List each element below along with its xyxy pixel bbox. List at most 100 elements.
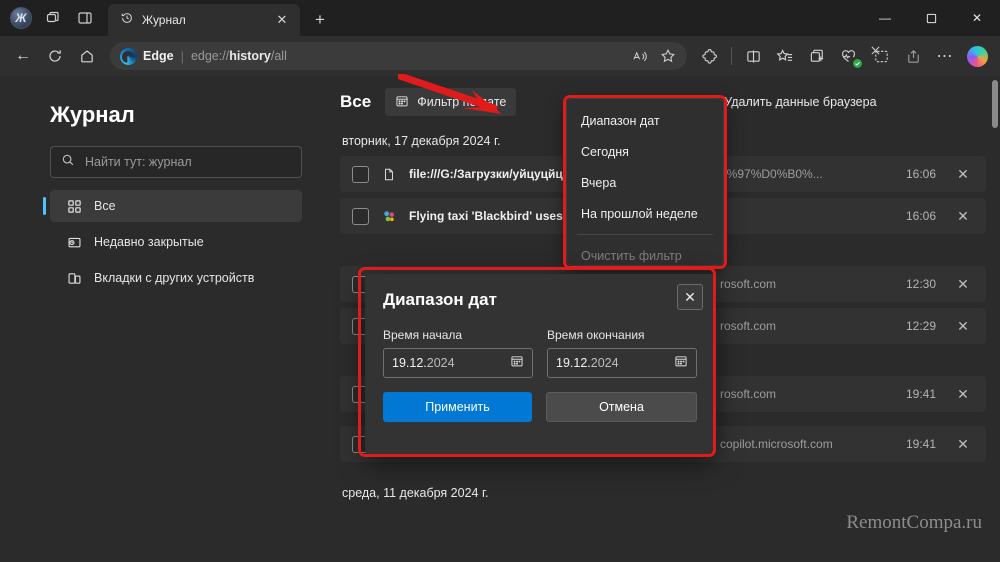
page-scrollbar[interactable] [990, 76, 1000, 562]
split-screen-icon[interactable] [738, 41, 768, 71]
screenshot-icon[interactable] [866, 41, 896, 71]
grid-icon [66, 198, 82, 214]
cancel-button[interactable]: Отмена [546, 392, 697, 422]
sidebar-item-recently-closed[interactable]: Недавно закрытые [50, 226, 302, 258]
calendar-picker-icon[interactable] [674, 354, 688, 373]
close-button[interactable]: ✕ [954, 0, 1000, 36]
copilot-icon[interactable] [962, 41, 992, 71]
minimize-button[interactable]: — [862, 0, 908, 36]
row-remove-icon[interactable]: ✕ [948, 436, 978, 453]
maximize-button[interactable] [908, 0, 954, 36]
row-time: 16:06 [905, 209, 936, 223]
share-icon[interactable] [898, 41, 928, 71]
sidebar-item-label: Недавно закрытые [94, 235, 204, 249]
left-rail [0, 76, 18, 562]
start-date-year: 2024 [426, 356, 455, 370]
edge-brand-label: Edge [143, 49, 174, 63]
devices-tabs-icon [66, 270, 82, 286]
start-date-field: Время начала 19.12.2024 [383, 328, 533, 378]
row-remove-icon[interactable]: ✕ [948, 276, 978, 293]
titlebar-left-icons: Ж [0, 0, 100, 36]
extensions-icon[interactable] [695, 41, 725, 71]
end-date-day: 19.12. [556, 356, 591, 370]
row-remove-icon[interactable]: ✕ [948, 318, 978, 335]
avatar: Ж [10, 7, 32, 29]
annotation-arrow [398, 74, 502, 114]
document-icon [381, 166, 397, 182]
start-date-day: 19.12. [392, 356, 427, 370]
tab-all[interactable]: Все [340, 92, 371, 112]
sidebar-toggle-icon[interactable] [70, 3, 100, 33]
row-domain: rosoft.com [720, 319, 777, 333]
page-title: Журнал [50, 102, 135, 127]
row-domain: rosoft.com [720, 387, 777, 401]
end-date-label: Время окончания [547, 328, 645, 342]
delete-browsing-data-label: Удалить данные браузера [724, 95, 877, 109]
settings-more-icon[interactable]: ⋯ [930, 41, 960, 71]
dialog-close-button[interactable]: ✕ [677, 284, 703, 310]
start-date-input[interactable]: 19.12.2024 [383, 348, 533, 378]
home-icon[interactable] [72, 41, 102, 71]
menu-item-clear-filter[interactable]: Очистить фильтр [567, 240, 723, 271]
profile-avatar[interactable]: Ж [6, 3, 36, 33]
url-suffix: /all [270, 49, 287, 63]
omnibox-separator: | [180, 48, 184, 64]
dialog-title: Диапазон дат [383, 290, 497, 309]
search-input[interactable]: Найти тут: журнал [50, 146, 302, 178]
tab-search-icon[interactable] [38, 3, 68, 33]
date-range-dialog: ✕ Диапазон дат Время начала 19.12.2024 В… [365, 274, 715, 454]
start-date-value: 19.12.2024 [392, 356, 504, 370]
recent-tabs-icon [66, 234, 82, 250]
history-tab-icon [120, 11, 134, 30]
menu-item-last-week[interactable]: На прошлой неделе [567, 198, 723, 229]
row-checkbox[interactable] [352, 165, 369, 183]
read-aloud-icon[interactable] [627, 44, 653, 68]
address-bar[interactable]: Edge | edge://history/all [110, 42, 687, 70]
search-placeholder: Найти тут: журнал [85, 155, 192, 169]
dialog-buttons: Применить Отмена [383, 392, 697, 422]
end-date-value: 19.12.2024 [556, 356, 668, 370]
browser-window: Ж Журнал ✕ + — ✕ ← Edge | edge://history… [0, 0, 1000, 562]
new-tab-button[interactable]: + [308, 8, 332, 32]
row-time: 12:29 [905, 319, 936, 333]
back-icon[interactable]: ← [8, 41, 38, 71]
row-remove-icon[interactable]: ✕ [948, 386, 978, 403]
address-bar-url: edge://history/all [191, 49, 287, 63]
row-time: 12:30 [905, 277, 936, 291]
edge-brand-badge: Edge [120, 47, 174, 65]
menu-divider [577, 234, 713, 235]
row-remove-icon[interactable]: ✕ [948, 208, 978, 225]
favorites-icon[interactable] [770, 41, 800, 71]
tab-close-icon[interactable]: ✕ [270, 8, 294, 32]
row-remove-icon[interactable]: ✕ [948, 166, 978, 183]
favorite-star-icon[interactable] [655, 44, 681, 68]
menu-item-date-range[interactable]: Диапазон дат [567, 105, 723, 136]
start-date-label: Время начала [383, 328, 463, 342]
tab-title: Журнал [142, 13, 186, 27]
sidebar-item-tabs-from-devices[interactable]: Вкладки с других устройств [50, 262, 302, 294]
calendar-picker-icon[interactable] [510, 354, 524, 373]
row-domain: 0%97%D0%B0%... [720, 167, 823, 181]
title-bar: Ж Журнал ✕ + — ✕ [0, 0, 1000, 36]
menu-item-yesterday[interactable]: Вчера [567, 167, 723, 198]
watermark: RemontCompa.ru [846, 512, 982, 533]
navigation-bar: ← Edge | edge://history/all ⋯ [0, 36, 1000, 76]
date-filter-menu: Диапазон дат Сегодня Вчера На прошлой не… [566, 98, 724, 266]
row-time: 19:41 [905, 387, 936, 401]
reload-icon[interactable] [40, 41, 70, 71]
scrollbar-thumb[interactable] [992, 80, 998, 128]
row-checkbox[interactable] [352, 207, 369, 225]
sidebar-item-all[interactable]: Все [43, 190, 302, 222]
omnibox-actions [627, 44, 681, 68]
edge-logo-icon [120, 47, 137, 65]
sidebar-item-label: Вкладки с других устройств [94, 271, 255, 285]
menu-item-today[interactable]: Сегодня [567, 136, 723, 167]
history-sidebar: Журнал Найти тут: журнал Все Недавно зак… [18, 76, 320, 562]
browser-essentials-icon[interactable] [834, 41, 864, 71]
browser-tab[interactable]: Журнал ✕ [108, 4, 300, 36]
url-path: history [229, 49, 271, 63]
apply-button[interactable]: Применить [383, 392, 532, 422]
end-date-input[interactable]: 19.12.2024 [547, 348, 697, 378]
msn-icon [381, 208, 397, 224]
collections-icon[interactable] [802, 41, 832, 71]
